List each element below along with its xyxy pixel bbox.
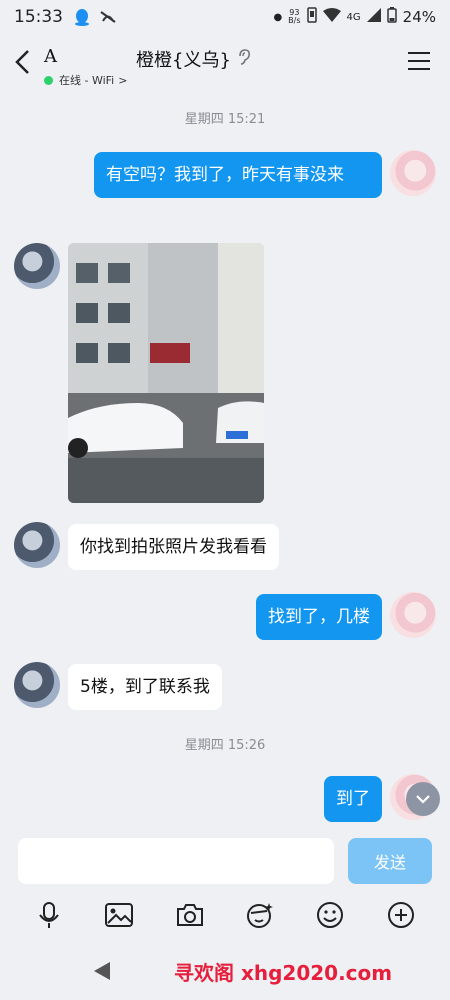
signal-icon xyxy=(366,8,381,26)
status-time: 15:33 xyxy=(14,7,63,27)
timestamp: 星期四 15:21 xyxy=(184,112,266,127)
menu-line xyxy=(408,68,430,70)
chat-title[interactable]: 橙橙{义乌} xyxy=(136,46,231,72)
camera-icon[interactable] xyxy=(175,900,205,930)
microphone-icon[interactable] xyxy=(34,900,64,930)
network-type: 4G xyxy=(346,11,361,23)
scroll-to-bottom-button[interactable] xyxy=(406,782,440,816)
message-bubble-sent[interactable]: 有空吗？我到了，昨天有事没来 xyxy=(94,152,382,198)
message-bubble-received[interactable]: 5楼，到了联系我 xyxy=(68,664,222,710)
contact-avatar[interactable] xyxy=(14,662,60,708)
contact-initial[interactable]: A xyxy=(44,46,57,67)
sticker-icon[interactable] xyxy=(245,900,275,930)
battery-percent: 24% xyxy=(402,8,436,26)
my-avatar[interactable] xyxy=(390,150,436,196)
message-bubble-received[interactable]: 你找到拍张照片发我看看 xyxy=(68,524,279,570)
battery-icon xyxy=(386,7,397,27)
back-button[interactable] xyxy=(12,48,36,76)
menu-button[interactable] xyxy=(408,52,430,70)
chat-header: A 在线 - WiFi > 橙橙{义乌} xyxy=(0,34,450,94)
wifi-icon xyxy=(322,8,341,26)
presence-chevron: > xyxy=(118,73,128,87)
presence-text: 在线 - WiFi xyxy=(59,74,115,87)
my-avatar[interactable] xyxy=(390,592,436,638)
menu-line xyxy=(408,60,430,62)
send-button[interactable]: 发送 xyxy=(348,838,432,884)
message-input[interactable] xyxy=(18,838,334,884)
emoji-icon[interactable] xyxy=(315,900,345,930)
link-off-icon xyxy=(99,8,117,26)
watermark: 寻欢阁 xhg2020.com xyxy=(174,961,393,985)
status-bar: 15:33 ● 93 B/s 4G 24% xyxy=(0,0,450,34)
presence-status[interactable]: 在线 - WiFi > xyxy=(44,72,127,88)
sim-icon xyxy=(306,7,317,27)
message-bubble-sent[interactable]: 找到了，几楼 xyxy=(256,594,382,640)
contact-avatar[interactable] xyxy=(14,522,60,568)
system-nav-bar: 寻欢阁 xhg2020.com xyxy=(0,945,450,1000)
online-dot-icon xyxy=(44,75,53,85)
chevron-left-icon xyxy=(15,50,29,74)
qq-icon xyxy=(73,8,91,26)
photo-message[interactable] xyxy=(68,243,264,503)
input-bar: 发送 xyxy=(0,830,450,890)
ear-icon[interactable] xyxy=(236,48,252,66)
image-icon[interactable] xyxy=(104,900,134,930)
menu-line xyxy=(408,52,430,54)
timestamp: 星期四 15:26 xyxy=(184,738,266,753)
input-toolbar xyxy=(0,890,450,940)
net-speed: 93 B/s xyxy=(288,9,300,25)
photo-image xyxy=(68,243,264,503)
plus-icon[interactable] xyxy=(386,900,416,930)
nav-back-icon[interactable] xyxy=(94,962,110,980)
message-bubble-sent[interactable]: 到了 xyxy=(324,776,382,822)
dot-indicator: ● xyxy=(273,11,283,23)
chevron-down-icon xyxy=(416,795,430,804)
net-speed-unit: B/s xyxy=(288,16,301,25)
contact-avatar[interactable] xyxy=(14,243,60,289)
